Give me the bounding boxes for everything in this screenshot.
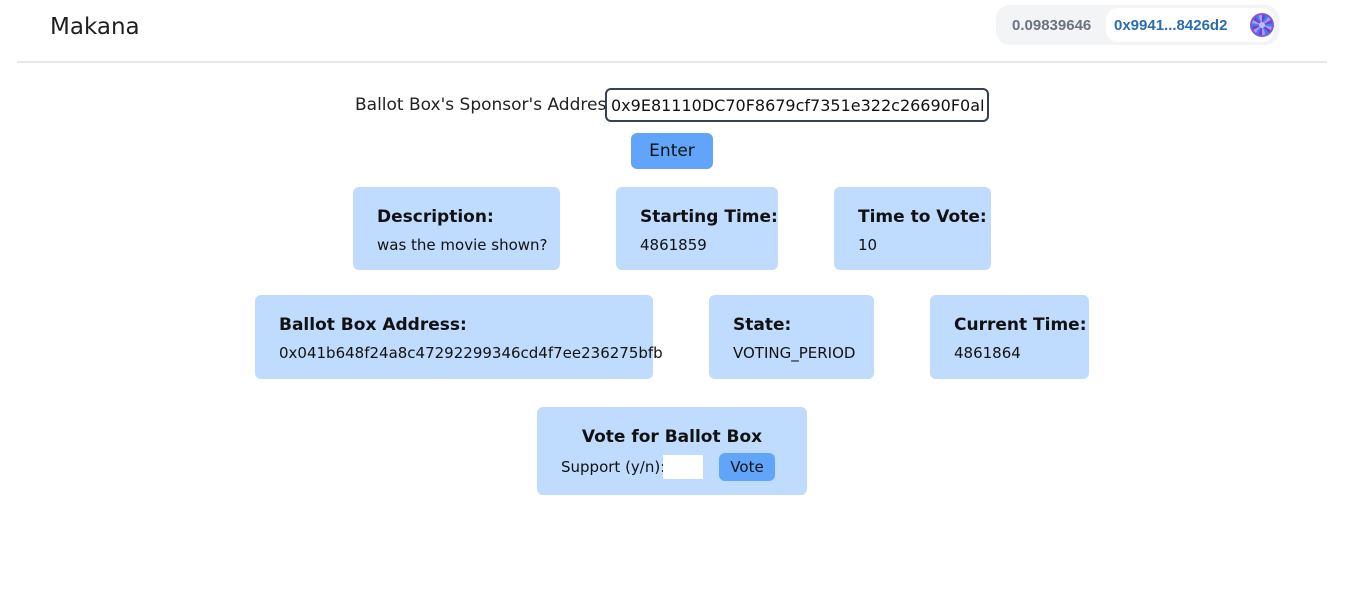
time-to-vote-title: Time to Vote: (858, 207, 987, 227)
description-value: was the movie shown? (377, 236, 548, 254)
support-label: Support (y/n): (561, 458, 666, 476)
wallet-widget[interactable]: 0.09839646 0x9941...8426d2 (996, 5, 1279, 45)
ballot-box-address-value: 0x041b648f24a8c47292299346cd4f7ee236275b… (279, 344, 663, 362)
brand-title: Makana (50, 14, 140, 40)
description-card: Description: was the movie shown? (353, 187, 560, 270)
state-value: VOTING_PERIOD (733, 344, 856, 362)
vote-button[interactable]: Vote (719, 453, 775, 481)
account-address: 0x9941...8426d2 (1114, 17, 1228, 34)
time-to-vote-value: 10 (858, 236, 878, 254)
enter-button[interactable]: Enter (631, 133, 713, 169)
sponsor-address-label: Ballot Box's Sponsor's Address: (355, 95, 621, 115)
time-to-vote-card: Time to Vote: 10 (834, 187, 991, 270)
sponsor-address-input[interactable] (605, 88, 989, 122)
starting-time-card: Starting Time: 4861859 (616, 187, 778, 270)
account-button[interactable]: 0x9941...8426d2 (1106, 8, 1274, 42)
ballot-box-address-card: Ballot Box Address: 0x041b648f24a8c47292… (255, 295, 663, 379)
state-title: State: (733, 315, 792, 335)
support-input[interactable] (663, 455, 703, 479)
starting-time-value: 4861859 (640, 236, 707, 254)
current-time-title: Current Time: (954, 315, 1087, 335)
state-card: State: VOTING_PERIOD (709, 295, 874, 379)
vote-form-row: Support (y/n): Vote (561, 453, 783, 481)
identicon-avatar-icon (1250, 13, 1274, 37)
current-time-value: 4861864 (954, 344, 1021, 362)
app-root: Makana 0.09839646 0x9941...8426d2 Ballot… (0, 0, 1346, 602)
wallet-balance: 0.09839646 (1012, 17, 1092, 34)
vote-title: Vote for Ballot Box (581, 427, 763, 447)
starting-time-title: Starting Time: (640, 207, 778, 227)
current-time-card: Current Time: 4861864 (930, 295, 1089, 379)
vote-card: Vote for Ballot Box Support (y/n): Vote (537, 407, 807, 495)
top-navbar: Makana 0.09839646 0x9941...8426d2 (17, 0, 1327, 63)
description-title: Description: (377, 207, 494, 227)
ballot-box-address-title: Ballot Box Address: (279, 315, 467, 335)
